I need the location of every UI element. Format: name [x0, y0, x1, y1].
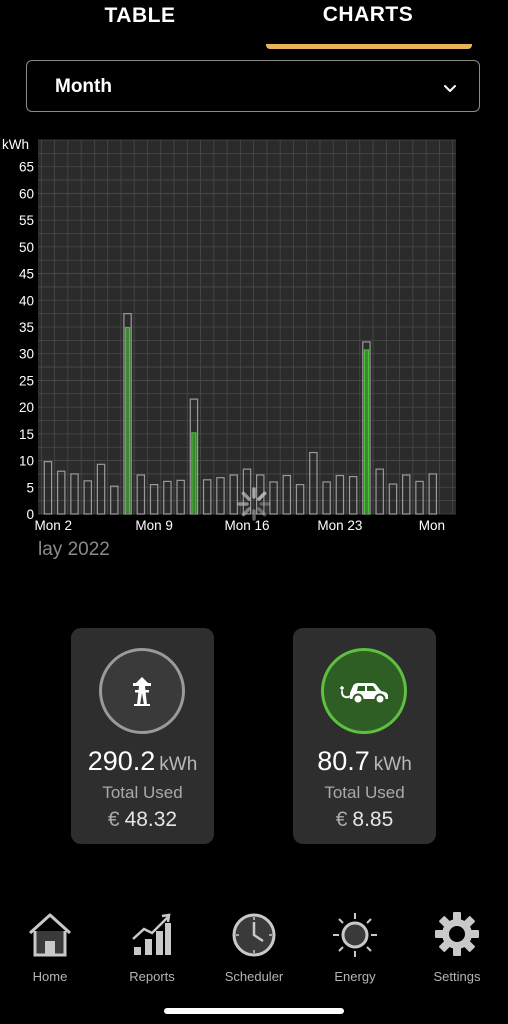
nav-home[interactable]: Home: [0, 905, 100, 993]
spinner-segment: [241, 507, 251, 517]
spinner-segment: [257, 507, 267, 517]
tab-charts[interactable]: CHARTS: [268, 3, 468, 27]
bar-ev-inner: [126, 328, 130, 514]
period-dropdown[interactable]: Month: [26, 60, 480, 112]
nav-settings-label: Settings: [433, 969, 481, 984]
electric-car-icon: [321, 648, 407, 734]
y-tick-label: 40: [19, 293, 34, 308]
y-tick-label: 20: [19, 400, 34, 415]
y-tick-label: 0: [26, 507, 34, 522]
nav-reports-label: Reports: [129, 969, 175, 984]
home-indicator[interactable]: [164, 1008, 344, 1014]
nav-home-label: Home: [32, 969, 68, 984]
chart-month-label: lay 2022: [38, 539, 110, 560]
ev-usage-card[interactable]: 80.7 kWh Total Used €8.85: [293, 628, 436, 844]
period-dropdown-value: Month: [55, 76, 112, 97]
power-pylon-icon: [99, 648, 185, 734]
nav-scheduler-label: Scheduler: [224, 969, 284, 984]
reports-icon: [132, 913, 171, 955]
x-tick-label: Mon 23: [317, 518, 362, 533]
grid-usage-card[interactable]: 290.2 kWh Total Used €48.32: [71, 628, 214, 844]
chevron-down-icon: [443, 81, 457, 99]
view-tabs: TABLE CHARTS: [0, 0, 508, 50]
y-tick-label: 65: [19, 160, 34, 175]
y-tick-label: 25: [19, 373, 34, 388]
x-tick-label: Mon: [419, 518, 445, 533]
home-icon: [28, 913, 72, 957]
nav-scheduler[interactable]: Scheduler: [204, 905, 304, 993]
x-tick-label: Mon 9: [135, 518, 173, 533]
nav-energy-label: Energy: [334, 969, 376, 984]
nav-settings[interactable]: Settings: [407, 905, 507, 993]
nav-energy[interactable]: Energy: [305, 905, 405, 993]
x-tick-label: Mon 2: [34, 518, 72, 533]
ev-total-used-label: Total Used: [324, 783, 405, 802]
y-tick-label: 50: [19, 240, 34, 255]
sun-icon: [333, 913, 377, 957]
y-tick-label: 55: [19, 213, 34, 228]
gear-icon: [435, 912, 479, 956]
nav-reports[interactable]: Reports: [102, 905, 202, 993]
ev-kwh-total: 80.7 kWh: [317, 746, 412, 776]
y-tick-label: 60: [19, 186, 34, 201]
y-tick-label: 10: [19, 454, 34, 469]
grid-cost: €48.32: [107, 808, 178, 831]
bottom-nav: Home Reports Scheduler Energy Settings: [0, 905, 508, 995]
bar-ev-inner: [364, 350, 368, 514]
grid-total-used-label: Total Used: [102, 783, 183, 802]
y-tick-label: 35: [19, 320, 34, 335]
y-tick-label: 30: [19, 347, 34, 362]
spinner-segment: [241, 491, 251, 501]
spinner-segment: [257, 491, 267, 501]
y-axis-label: kWh: [2, 137, 29, 152]
loading-spinner-icon: [234, 484, 274, 524]
y-tick-label: 15: [19, 427, 34, 442]
grid-kwh-total: 290.2 kWh: [87, 746, 198, 776]
y-tick-label: 45: [19, 267, 34, 282]
active-tab-indicator: [266, 44, 472, 49]
clock-icon: [232, 913, 276, 957]
y-tick-label: 5: [26, 480, 34, 495]
ev-cost: €8.85: [335, 808, 394, 831]
tab-table[interactable]: TABLE: [40, 4, 240, 28]
bar-ev-inner: [192, 433, 196, 514]
